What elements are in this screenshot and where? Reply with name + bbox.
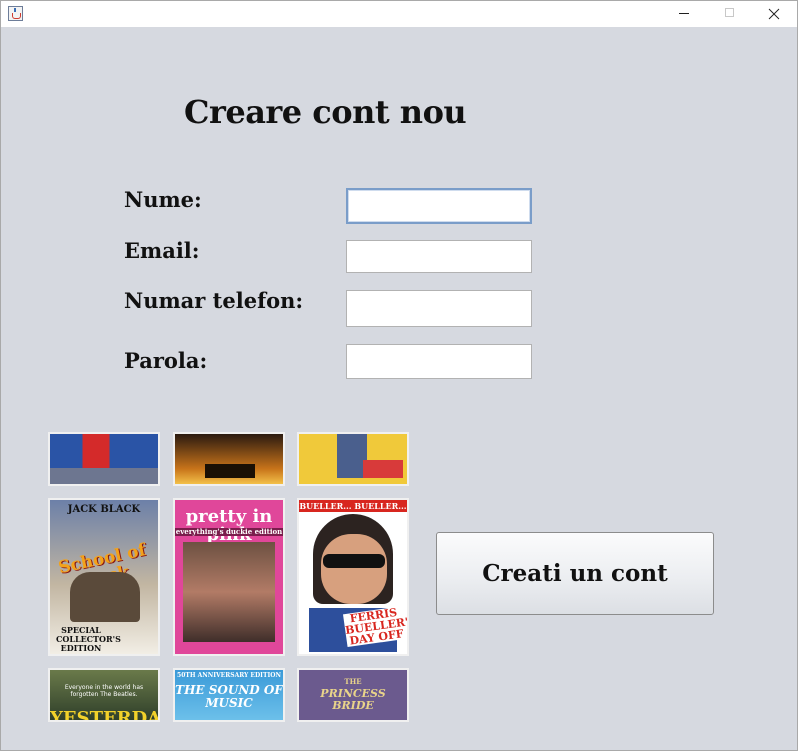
movie-poster-princess-bride[interactable]: THE PRINCESS BRIDE [297,668,409,722]
maximize-button[interactable] [706,1,752,27]
email-label: Email: [124,238,200,263]
name-field[interactable] [346,188,532,224]
movie-poster-ferris-bueller[interactable]: BUELLER... BUELLER... EDITION FERRIS BUE… [297,498,409,656]
movie-poster[interactable] [297,432,409,486]
movie-poster[interactable] [48,432,160,486]
maximize-icon [725,8,734,17]
password-label: Parola: [124,348,208,373]
movie-poster-school-of-rock[interactable]: JACK BLACK School of Rock SPECIAL COLLEC… [48,498,160,656]
java-cup-icon [8,6,23,21]
close-button[interactable] [751,1,797,27]
movie-poster[interactable] [173,432,285,486]
phone-field[interactable] [346,290,532,327]
password-field[interactable] [346,344,532,379]
title-bar [1,1,797,27]
movie-poster-sound-of-music[interactable]: 50TH ANNIVERSARY EDITION THE SOUND OF MU… [173,668,285,722]
minimize-icon [679,13,689,14]
close-icon [768,8,780,20]
phone-label: Numar telefon: [124,288,304,313]
name-label: Nume: [124,187,202,212]
email-field[interactable] [346,240,532,273]
page-title: Creare cont nou [184,93,467,131]
movie-poster-pretty-in-pink[interactable]: pretty in pink everything's duckie editi… [173,498,285,656]
create-account-button[interactable]: Creati un cont [436,532,714,615]
minimize-button[interactable] [660,1,706,27]
movie-poster-yesterday[interactable]: Everyone in the world has forgotten The … [48,668,160,722]
app-window: Creare cont nou Nume: Email: Numar telef… [0,0,798,751]
